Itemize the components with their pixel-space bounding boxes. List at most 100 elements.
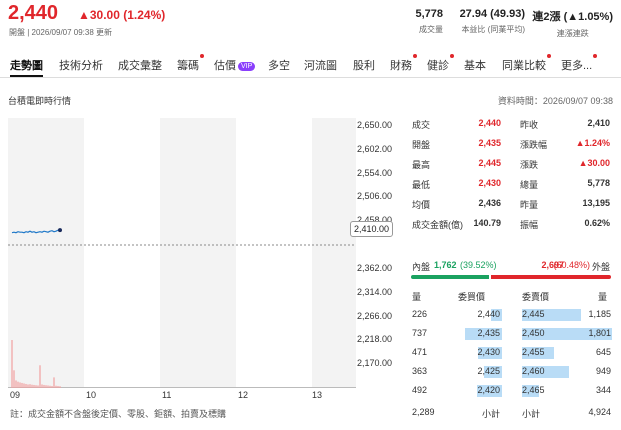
y-tick: 2,650.00 <box>357 119 393 130</box>
quote-row: 最低 2,430 總量 5,778 <box>412 178 610 190</box>
volume-bar <box>45 385 47 388</box>
volume-bar <box>19 382 21 388</box>
quote-row: 最高 2,445 漲跌 ▲30.00 <box>412 158 610 170</box>
bid-volume: 363 <box>412 366 428 376</box>
tab-financials[interactable]: 財務 <box>390 54 417 73</box>
tab-technical[interactable]: 技術分析 <box>59 57 103 73</box>
volume-bar <box>33 384 35 388</box>
update-time: 開盤 | 2026/09/07 09:38 更新 <box>9 28 113 37</box>
bid-volume-header: 量 <box>412 292 422 302</box>
vip-badge: VIP <box>238 62 256 71</box>
tab-checkup[interactable]: 健診 <box>427 54 454 73</box>
tab-chips[interactable]: 籌碼 <box>177 54 204 73</box>
stat-pe: 27.94 (49.93) 本益比 (同業平均) <box>459 8 525 34</box>
y-tick: 2,506.00 <box>357 191 393 202</box>
hour-band <box>312 118 356 388</box>
tab-bull-bear[interactable]: 多空 <box>268 57 290 73</box>
x-tick: 10 <box>86 390 97 400</box>
stat-streak: 連2漲 (▲1.05%) 連漲連跌 <box>532 11 613 38</box>
ask-price[interactable]: 2,450 <box>522 328 545 341</box>
volume-bar <box>25 383 27 388</box>
volume-bar <box>27 384 29 388</box>
volume-bar <box>13 370 15 388</box>
bid-price[interactable]: 2,435 <box>477 328 500 341</box>
volume-bar <box>57 385 59 388</box>
bid-volume: 471 <box>412 347 428 357</box>
bid-price[interactable]: 2,430 <box>477 347 500 360</box>
y-tick: 2,602.00 <box>357 143 393 154</box>
tab-basic[interactable]: 基本 <box>464 57 486 73</box>
intraday-chart[interactable] <box>8 118 356 388</box>
ask-subtotal-label: 小計 <box>522 409 541 419</box>
volume-bar <box>51 385 53 388</box>
notification-dot <box>413 54 417 58</box>
ask-total: 4,924 <box>588 407 611 417</box>
ask-price[interactable]: 2,465 <box>522 385 545 398</box>
bid-price[interactable]: 2,425 <box>477 366 500 379</box>
inner-bar <box>411 275 489 279</box>
y-tick: 2,314.00 <box>357 286 393 297</box>
ask-volume: 344 <box>595 385 611 395</box>
hour-band <box>160 118 236 388</box>
bid-total: 2,289 <box>412 407 435 417</box>
ask-volume: 1,801 <box>588 328 611 338</box>
volume-bar <box>35 385 37 388</box>
ask-volume: 645 <box>595 347 611 357</box>
section-title: 台積電即時行情 <box>8 96 72 106</box>
quote-row: 成交金額(億) 140.79 振幅 0.62% <box>412 218 610 230</box>
notification-dot <box>547 54 551 58</box>
tab-more[interactable]: 更多... <box>561 54 598 73</box>
volume-bar <box>17 381 19 388</box>
hour-band <box>8 118 84 388</box>
data-time: 資料時間：2026/09/07 09:38 <box>497 96 613 106</box>
volume-bar <box>59 386 61 388</box>
volume-bar <box>11 340 13 388</box>
bid-price[interactable]: 2,420 <box>477 385 500 398</box>
notification-dot <box>593 54 598 58</box>
tab-dividend[interactable]: 股利 <box>353 57 375 73</box>
tab-river[interactable]: 河流圖 <box>304 57 337 73</box>
volume-bar <box>37 385 39 388</box>
y-tick: 2,170.00 <box>357 358 393 369</box>
volume-bar <box>15 380 17 388</box>
quote-header: 2,440 ▲30.00 (1.24%) 開盤 | 2026/09/07 09:… <box>0 0 621 44</box>
notification-dot <box>450 54 454 58</box>
bid-price[interactable]: 2,440 <box>477 309 500 322</box>
y-tick: 2,362.00 <box>357 262 393 273</box>
x-tick: 09 <box>10 390 21 400</box>
stat-volume: 5,778 成交量 <box>415 8 443 34</box>
ask-price[interactable]: 2,455 <box>522 347 545 360</box>
bid-subtotal-label: 小計 <box>482 409 501 419</box>
ask-price-header: 委賣價 <box>522 292 550 302</box>
volume-bar <box>47 385 49 388</box>
x-tick: 13 <box>312 390 323 400</box>
ask-price[interactable]: 2,445 <box>522 309 545 322</box>
tab-trades[interactable]: 成交彙整 <box>118 57 162 73</box>
ask-volume: 1,185 <box>588 309 611 319</box>
volume-bar <box>29 384 31 388</box>
bid-volume: 492 <box>412 385 428 395</box>
chart-note: 註：成交金額不含盤後定價、零股、鉅額、拍賣及標購 <box>10 409 227 419</box>
volume-bar <box>39 365 41 388</box>
tab-peer-compare[interactable]: 同業比較 <box>502 54 551 73</box>
y-tick: 2,554.00 <box>357 167 393 178</box>
notification-dot <box>200 54 204 58</box>
x-tick: 12 <box>238 390 249 400</box>
ask-volume: 949 <box>595 366 611 376</box>
outer-bar <box>491 275 611 279</box>
volume-bar <box>55 385 57 388</box>
volume-bar <box>41 384 43 388</box>
ask-volume-header: 量 <box>598 292 608 302</box>
volume-bar <box>43 384 45 388</box>
reference-price-label: 2,410.00 <box>350 221 394 237</box>
volume-bar <box>23 383 25 388</box>
y-tick: 2,266.00 <box>357 310 393 321</box>
tab-trend[interactable]: 走勢圖 <box>10 57 43 77</box>
tab-valuation[interactable]: 估價 VIP <box>214 57 256 73</box>
quote-row: 開盤 2,435 漲跌幅 ▲1.24% <box>412 138 610 150</box>
ask-price[interactable]: 2,460 <box>522 366 545 379</box>
last-price-marker <box>58 228 62 233</box>
bid-price-header: 委買價 <box>458 292 486 302</box>
bid-volume: 226 <box>412 309 428 319</box>
volume-bar <box>49 385 51 388</box>
